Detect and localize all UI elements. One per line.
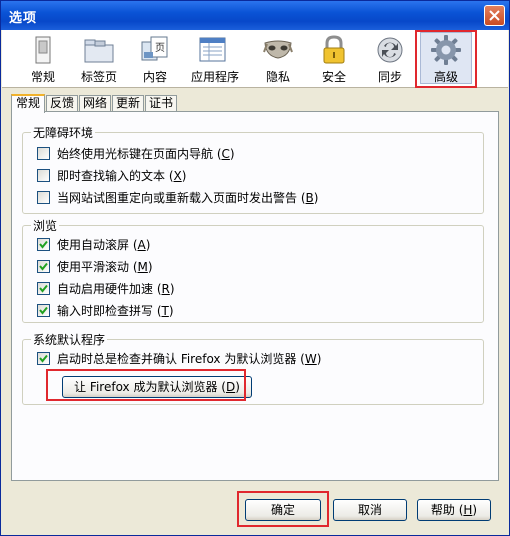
checkmark-icon xyxy=(39,262,48,271)
tab-label: 证书 xyxy=(148,96,173,110)
tab-label: 常规 xyxy=(15,96,40,110)
browsing-group: 浏览 使用自动滚屏 (A) 使用平滑滚动 (M) 自动启用硬件加速 (R) 输入… xyxy=(22,217,484,323)
checkbox[interactable] xyxy=(37,304,50,317)
accelerator-key: T xyxy=(161,304,169,318)
ok-highlight-box xyxy=(237,491,329,527)
option-text-end: ) xyxy=(181,169,187,183)
accelerator-key: M xyxy=(137,260,148,274)
option-text: 启动时总是检查并确认 Firefox 为默认浏览器 ( xyxy=(57,352,305,366)
option-text: 当网站试图重定向或重新载入页面时发出警告 ( xyxy=(57,191,306,205)
toolbar-label: 标签页 xyxy=(80,70,117,84)
option-text-end: ) xyxy=(229,147,235,161)
checkmark-icon xyxy=(39,240,48,249)
checkbox[interactable] xyxy=(37,260,50,273)
button-label: 帮助 ( xyxy=(430,503,464,517)
option-text: 始终使用光标键在页面内导航 ( xyxy=(57,147,222,161)
options-dialog: 选项 常规 标签页 页 内容 应用程序 隐私 安全 同步 高级 常规 反馈 网络… xyxy=(0,0,510,536)
tab-general[interactable]: 常规 xyxy=(11,94,45,113)
toolbar-label: 内容 xyxy=(142,70,167,84)
toolbar-item-privacy[interactable]: 隐私 xyxy=(252,32,304,84)
title-bar[interactable]: 选项 xyxy=(1,1,509,30)
option-text: 使用平滑滚动 ( xyxy=(57,260,138,274)
checkmark-icon xyxy=(39,284,48,293)
checkbox[interactable] xyxy=(37,282,50,295)
option-label: 输入时即检查拼写 (T) xyxy=(57,304,174,318)
button-label-end: ) xyxy=(472,503,478,517)
button-label: 取消 xyxy=(357,503,382,517)
applications-icon xyxy=(199,37,226,62)
general-panel: 无障碍环境 始终使用光标键在页面内导航 (C) 即时查找输入的文本 (X) 当网… xyxy=(11,111,499,481)
svg-text:页: 页 xyxy=(155,42,165,54)
tab-label: 网络 xyxy=(82,96,107,110)
advanced-highlight-box xyxy=(415,30,477,88)
checkbox[interactable] xyxy=(37,147,50,160)
checkbox[interactable] xyxy=(37,238,50,251)
tab-certificates[interactable]: 证书 xyxy=(145,95,177,111)
group-title: 无障碍环境 xyxy=(31,124,96,141)
tab-network[interactable]: 网络 xyxy=(79,95,111,111)
toolbar-item-general[interactable]: 常规 xyxy=(17,32,69,84)
checkbox[interactable] xyxy=(37,352,50,365)
toolbar-item-sync[interactable]: 同步 xyxy=(364,32,416,84)
option-label: 使用平滑滚动 (M) xyxy=(57,260,153,274)
sync-icon xyxy=(377,37,403,63)
toolbar-item-security[interactable]: 安全 xyxy=(308,32,360,84)
toolbar-label: 安全 xyxy=(321,70,346,84)
option-text-end: ) xyxy=(168,304,174,318)
default-browser-highlight-box xyxy=(46,369,246,401)
toolbar-item-applications[interactable]: 应用程序 xyxy=(186,32,244,84)
tab-update[interactable]: 更新 xyxy=(112,95,144,111)
content-icon: 页 xyxy=(141,36,168,61)
option-label: 自动启用硬件加速 (R) xyxy=(57,282,175,296)
checkbox[interactable] xyxy=(37,169,50,182)
option-text-end: ) xyxy=(169,282,175,296)
toolbar-label: 常规 xyxy=(30,70,55,84)
window-title: 选项 xyxy=(9,11,38,26)
toolbar-item-tabs[interactable]: 标签页 xyxy=(73,32,125,84)
toolbar-item-content[interactable]: 页 内容 xyxy=(129,32,181,84)
privacy-mask-icon xyxy=(263,40,293,59)
option-text: 自动启用硬件加速 ( xyxy=(57,282,162,296)
toolbar-label: 同步 xyxy=(377,70,402,84)
option-label: 使用自动滚屏 (A) xyxy=(57,238,150,252)
option-label: 始终使用光标键在页面内导航 (C) xyxy=(57,147,235,161)
tab-label: 更新 xyxy=(115,96,140,110)
help-button[interactable]: 帮助 (H) xyxy=(417,499,491,521)
option-text: 使用自动滚屏 ( xyxy=(57,238,138,252)
accelerator-key: B xyxy=(305,191,314,205)
lock-icon xyxy=(323,35,345,64)
option-text-end: ) xyxy=(147,260,153,274)
tab-label: 反馈 xyxy=(49,96,74,110)
general-icon xyxy=(35,36,51,64)
option-text: 输入时即检查拼写 ( xyxy=(57,304,162,318)
cancel-button[interactable]: 取消 xyxy=(333,499,407,521)
tab-feedback[interactable]: 反馈 xyxy=(46,95,78,111)
accelerator-key: X xyxy=(173,169,182,183)
toolbar-label: 应用程序 xyxy=(190,70,239,84)
accessibility-group: 无障碍环境 始终使用光标键在页面内导航 (C) 即时查找输入的文本 (X) 当网… xyxy=(22,124,484,214)
option-text-end: ) xyxy=(316,352,322,366)
option-text: 即时查找输入的文本 ( xyxy=(57,169,174,183)
checkmark-icon xyxy=(39,354,48,363)
checkmark-icon xyxy=(39,306,48,315)
group-title: 浏览 xyxy=(31,217,60,234)
tabs-icon xyxy=(84,39,114,63)
accelerator-key: A xyxy=(137,238,146,252)
accelerator-key: C xyxy=(221,147,230,161)
close-icon xyxy=(489,10,500,21)
close-button[interactable] xyxy=(484,5,505,26)
toolbar-label: 隐私 xyxy=(265,70,290,84)
option-text-end: ) xyxy=(145,238,151,252)
option-label: 即时查找输入的文本 (X) xyxy=(57,169,186,183)
accelerator-key: W xyxy=(304,352,317,366)
checkbox[interactable] xyxy=(37,191,50,204)
option-text-end: ) xyxy=(313,191,319,205)
option-label: 启动时总是检查并确认 Firefox 为默认浏览器 (W) xyxy=(57,352,321,366)
accelerator-key: R xyxy=(161,282,170,296)
option-label: 当网站试图重定向或重新载入页面时发出警告 (B) xyxy=(57,191,318,205)
group-title: 系统默认程序 xyxy=(31,331,108,348)
